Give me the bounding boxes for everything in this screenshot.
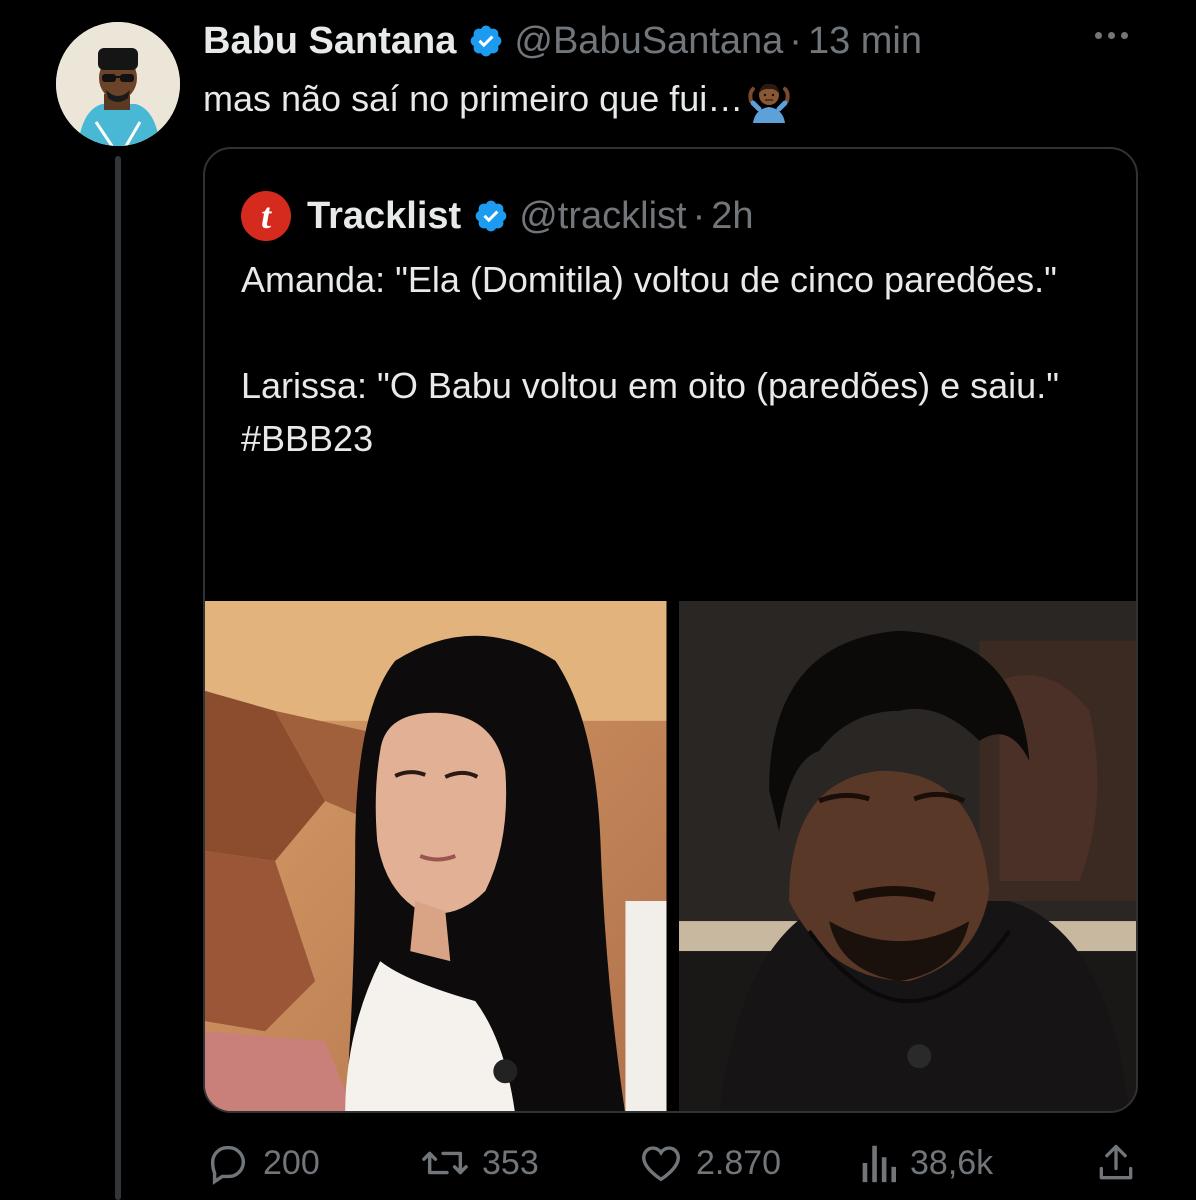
like-count: 2.870 [696, 1143, 782, 1182]
more-options-icon[interactable] [1095, 32, 1128, 39]
reply-icon [210, 1145, 246, 1185]
retweet-icon [422, 1151, 468, 1175]
quoted-header-separator: · [692, 194, 706, 237]
retweet-button[interactable]: 353 [420, 1140, 539, 1186]
author-avatar[interactable] [56, 22, 180, 146]
media-photo-left[interactable] [205, 601, 667, 1111]
tweet-text: mas não saí no primeiro que fui… [203, 76, 791, 124]
share-icon [1099, 1144, 1133, 1180]
quote-line-larissa: Larissa: "O Babu voltou em oito (paredõe… [241, 365, 1059, 406]
quoted-tweet-card[interactable]: t Tracklist @tracklist · 2h Amanda: "Ela… [203, 147, 1138, 1113]
verified-badge-icon [471, 25, 502, 57]
hashtag-link[interactable]: #BBB23 [241, 412, 1111, 465]
author-handle[interactable]: @BabuSantana [514, 20, 783, 63]
reply-count: 200 [263, 1143, 320, 1182]
quoted-tweet-timestamp[interactable]: 2h [711, 195, 753, 238]
author-name[interactable]: Babu Santana [203, 20, 456, 63]
views-button[interactable]: 38,6k [858, 1140, 993, 1186]
thread-line [115, 156, 121, 1200]
person-shrugging-icon [748, 84, 790, 124]
quote-line-amanda: Amanda: "Ela (Domitila) voltou de cinco … [241, 259, 1057, 300]
tweet-actions: 200 353 2.870 38,6k [0, 1140, 1196, 1186]
retweet-count: 353 [482, 1143, 539, 1182]
media-photo-right[interactable] [678, 601, 1136, 1111]
quoted-tweet-media [205, 601, 1136, 1111]
like-button[interactable]: 2.870 [638, 1140, 781, 1186]
tracklist-avatar[interactable]: t [241, 191, 291, 241]
quoted-tweet-text: Amanda: "Ela (Domitila) voltou de cinco … [241, 253, 1111, 465]
quoted-tweet-header: t Tracklist @tracklist · 2h [241, 191, 754, 241]
tweet-text-content: mas não saí no primeiro que fui… [203, 78, 744, 119]
verified-badge-icon [475, 200, 507, 232]
quoted-author-handle[interactable]: @tracklist [519, 195, 686, 238]
views-chart-icon [862, 1145, 897, 1183]
header-separator: · [789, 19, 802, 62]
quoted-author-name[interactable]: Tracklist [307, 195, 461, 238]
reply-button[interactable]: 200 [205, 1140, 320, 1186]
tweet-timestamp[interactable]: 13 min [808, 20, 922, 63]
tweet-header: Babu Santana @BabuSantana · 13 min [203, 18, 922, 64]
heart-icon [642, 1146, 680, 1182]
share-button[interactable] [1094, 1140, 1138, 1186]
views-count: 38,6k [910, 1143, 994, 1182]
